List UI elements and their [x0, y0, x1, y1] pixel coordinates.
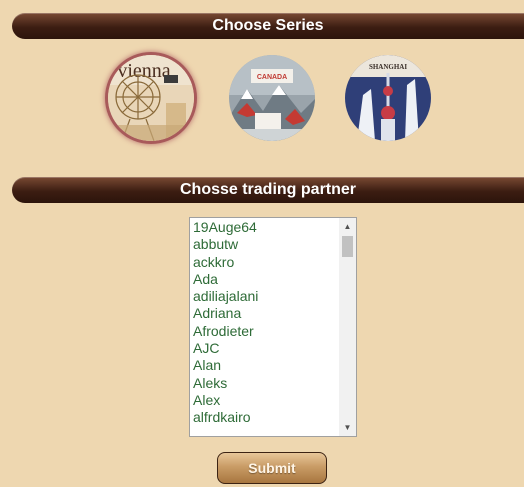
- canada-mountains-icon: CANADA: [229, 55, 315, 141]
- list-item[interactable]: Alex: [190, 392, 339, 409]
- series-canada-button[interactable]: CANADA: [229, 55, 315, 141]
- list-item[interactable]: Alan: [190, 357, 339, 374]
- partner-list: 19Auge64 abbutw ackkro Ada adiliajalani …: [190, 219, 339, 427]
- list-item[interactable]: adiliajalani: [190, 288, 339, 305]
- list-item[interactable]: Ada: [190, 271, 339, 288]
- shanghai-tower-icon: SHANGHAI: [345, 55, 431, 141]
- section-title: Choose Series: [212, 17, 324, 34]
- scroll-thumb[interactable]: [342, 236, 353, 257]
- canada-caption: CANADA: [257, 74, 287, 81]
- list-item[interactable]: abbutw: [190, 236, 339, 253]
- trading-partner-listbox[interactable]: 19Auge64 abbutw ackkro Ada adiliajalani …: [189, 217, 357, 437]
- list-item[interactable]: ackkro: [190, 254, 339, 271]
- list-item[interactable]: Aleks: [190, 375, 339, 392]
- submit-button[interactable]: Submit: [217, 452, 327, 484]
- listbox-scrollbar[interactable]: ▲ ▼: [339, 218, 356, 436]
- section-header-choose-series: Choose Series: [12, 13, 524, 39]
- section-header-trading-partner: Chosse trading partner: [12, 177, 524, 203]
- scroll-down-arrow-icon[interactable]: ▼: [339, 419, 356, 436]
- scroll-up-arrow-icon[interactable]: ▲: [339, 218, 356, 235]
- vienna-ferris-wheel-icon: vienna: [108, 55, 194, 141]
- list-item[interactable]: alfrdkairo: [190, 409, 339, 426]
- list-item[interactable]: AJC: [190, 340, 339, 357]
- list-item[interactable]: Afrodieter: [190, 323, 339, 340]
- list-item[interactable]: 19Auge64: [190, 219, 339, 236]
- list-item[interactable]: Adriana: [190, 305, 339, 322]
- section-title: Chosse trading partner: [179, 181, 357, 198]
- series-vienna-button[interactable]: vienna: [108, 55, 194, 141]
- shanghai-caption: SHANGHAI: [369, 63, 407, 71]
- series-shanghai-button[interactable]: SHANGHAI: [345, 55, 431, 141]
